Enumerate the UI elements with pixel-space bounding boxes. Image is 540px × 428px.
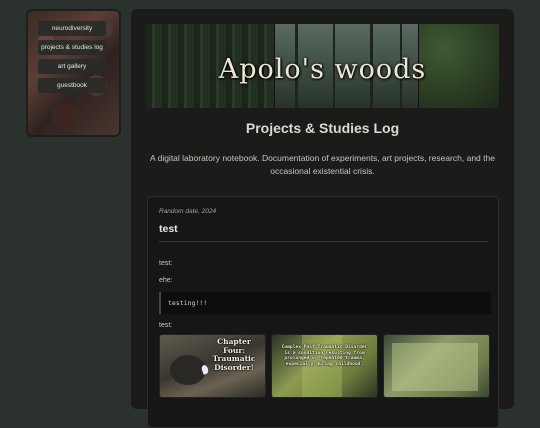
- page-description: A digital laboratory notebook. Documenta…: [150, 153, 495, 176]
- paper-note: [392, 343, 478, 391]
- page-title: Projects & Studies Log: [245, 120, 400, 136]
- sidebar-nav: neurodiversity projects & studies log ar…: [38, 21, 106, 93]
- nav-item-art-gallery[interactable]: art gallery: [38, 59, 106, 74]
- entry-paragraph: test:: [159, 322, 173, 329]
- entry-title: test: [159, 223, 178, 235]
- divider: [159, 241, 488, 242]
- nav-item-guestbook[interactable]: guestbook: [38, 78, 106, 93]
- log-entry: Random date, 2024 test test: ehe: testin…: [147, 196, 499, 428]
- nav-item-projects-studies-log[interactable]: projects & studies log: [38, 40, 106, 55]
- entry-date: Random date, 2024: [159, 208, 217, 215]
- gallery-thumbnail[interactable]: Complex Post Traumatic Disorder is a con…: [271, 334, 378, 398]
- image-gallery: Chapter Four: Traumatic Disorder! Comple…: [159, 334, 490, 398]
- gallery-thumbnail[interactable]: [383, 334, 490, 398]
- sidebar: neurodiversity projects & studies log ar…: [26, 9, 121, 137]
- thumbnail-caption: Complex Post Traumatic Disorder is a con…: [281, 345, 368, 367]
- main-panel: Apolo's woods Projects & Studies Log A d…: [131, 9, 514, 428]
- entry-paragraph: ehe:: [159, 277, 173, 284]
- code-text: testing!!!: [168, 299, 208, 307]
- nav-item-neurodiversity[interactable]: neurodiversity: [38, 21, 106, 36]
- code-block: testing!!!: [159, 292, 491, 314]
- sticker-image: [170, 355, 206, 385]
- site-title: Apolo's woods: [218, 54, 427, 85]
- header-banner: Apolo's woods: [146, 24, 499, 108]
- thumbnail-caption: Chapter Four: Traumatic Disorder!: [212, 337, 256, 372]
- entry-paragraph: test:: [159, 260, 173, 267]
- gallery-thumbnail[interactable]: Chapter Four: Traumatic Disorder!: [159, 334, 266, 398]
